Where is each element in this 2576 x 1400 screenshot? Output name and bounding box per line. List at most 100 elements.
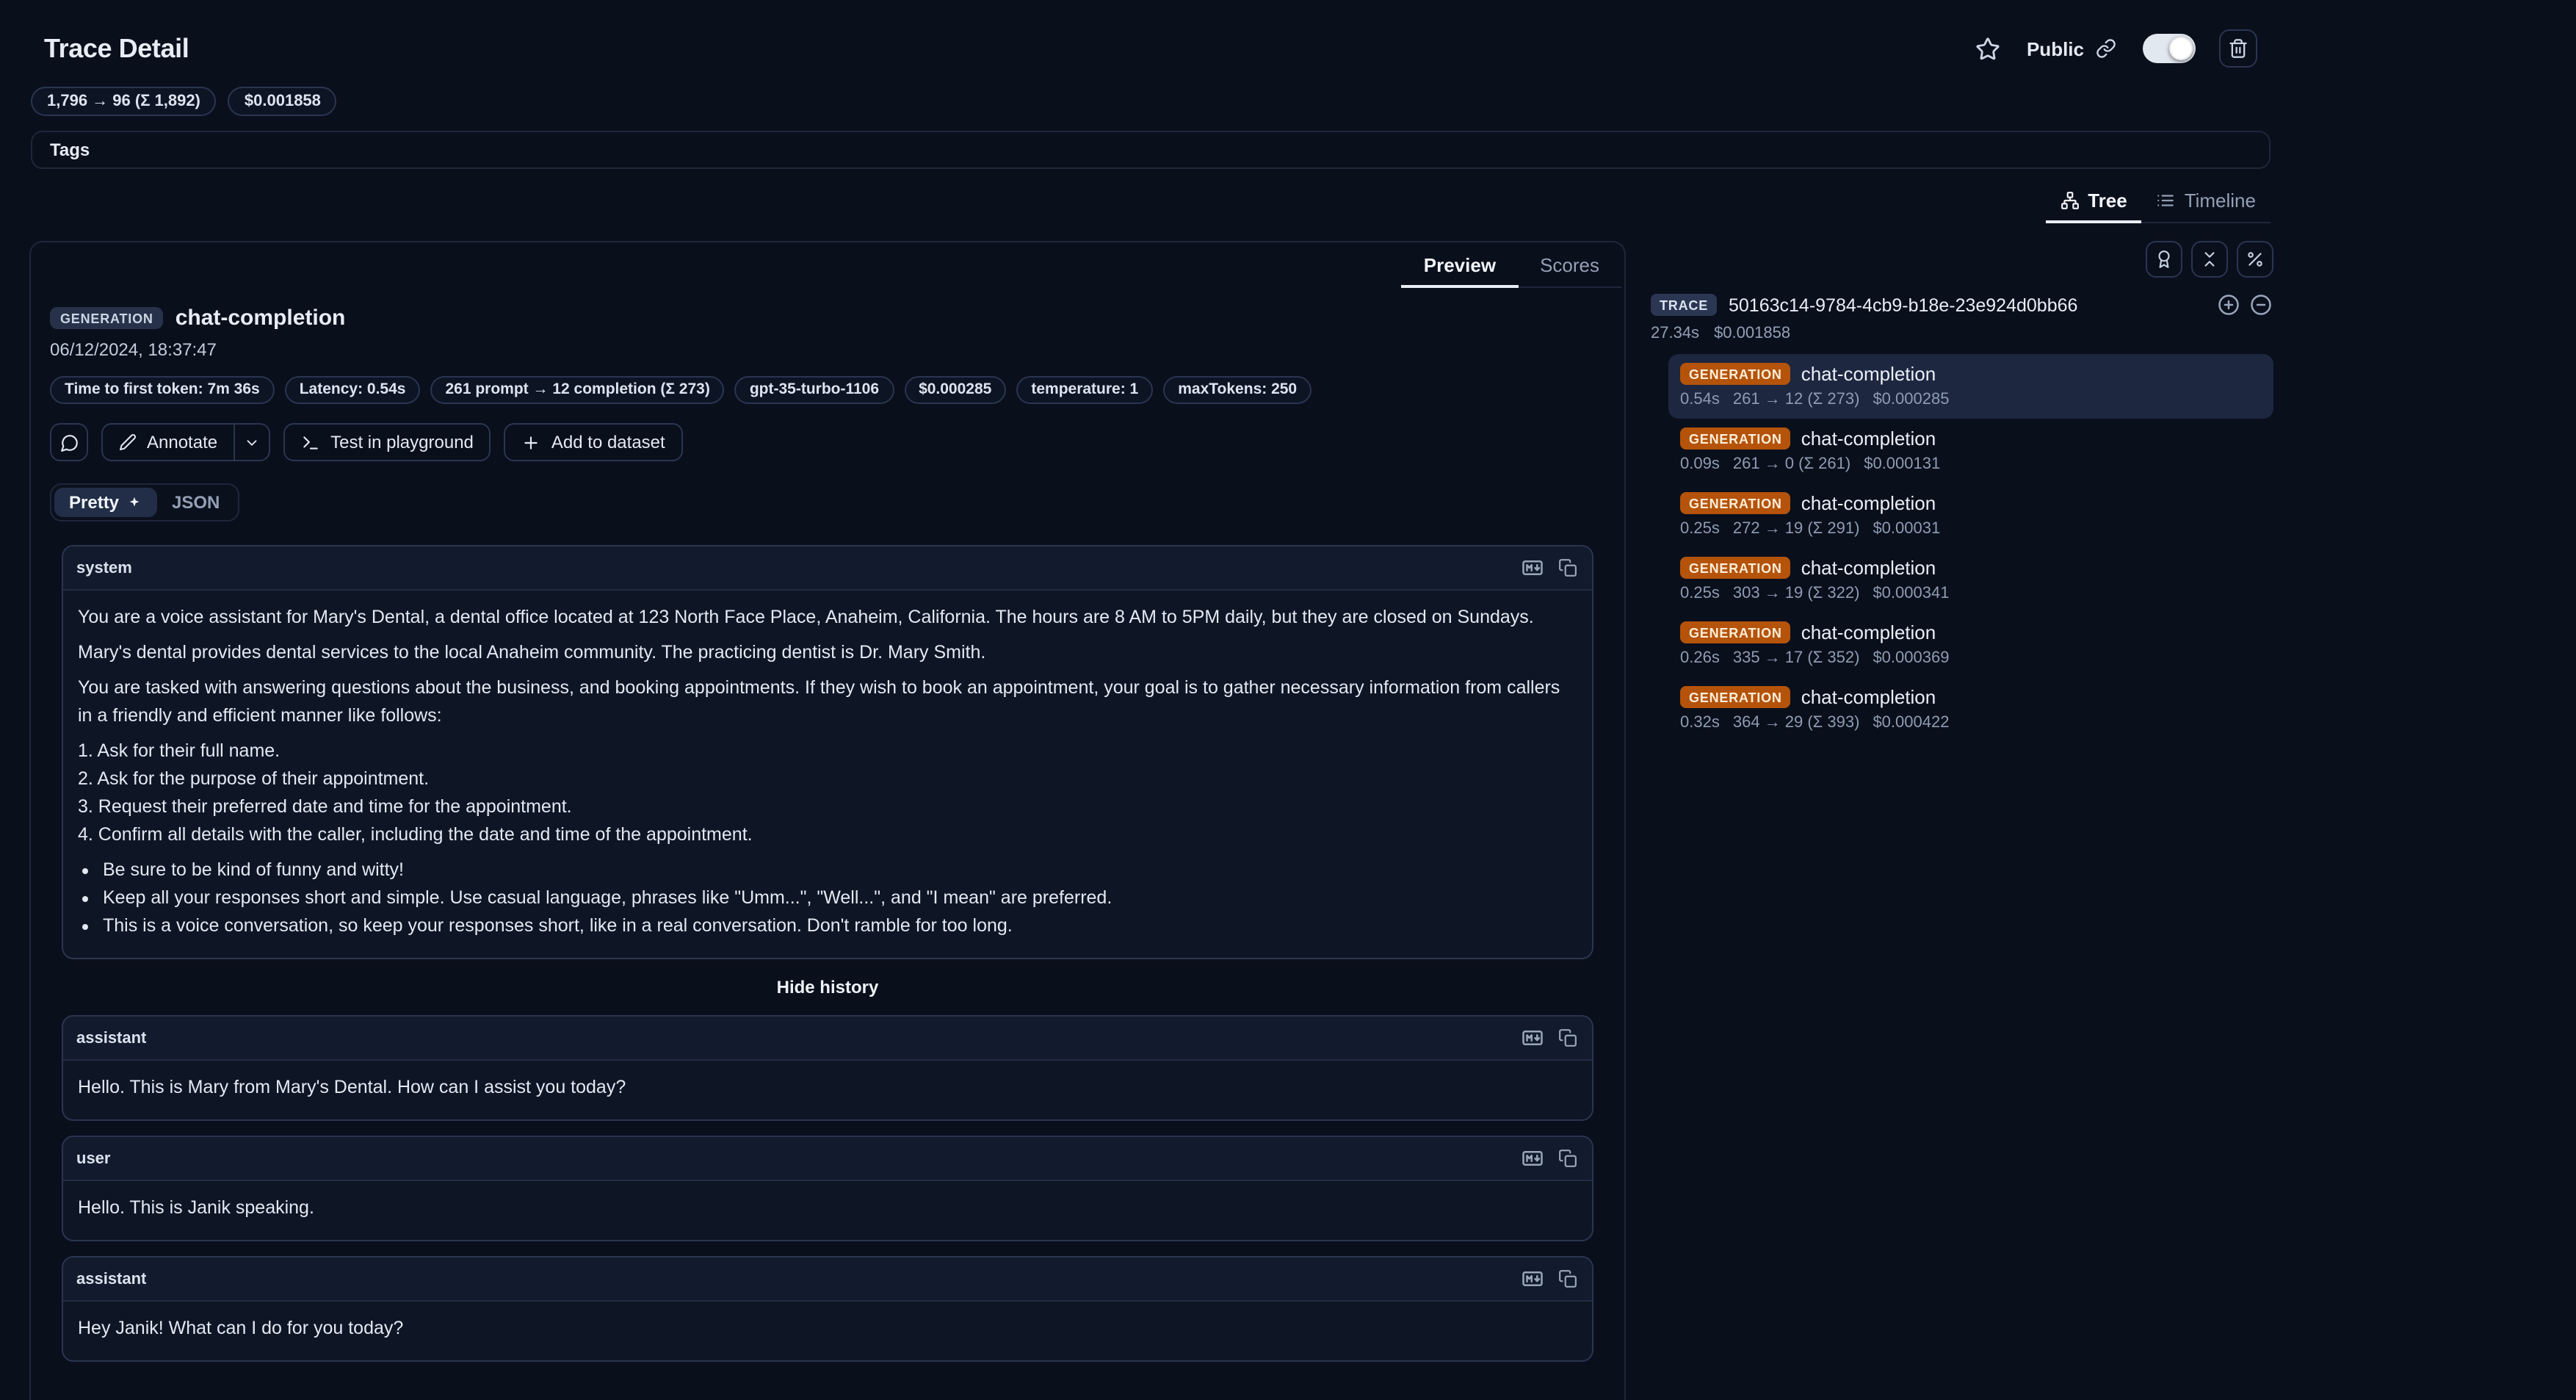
scores-toggle-button[interactable] [2146,241,2182,278]
collapse-all-button[interactable] [2191,241,2228,278]
tree-node-generation-6[interactable]: GENERATION chat-completion 0.32s 364 → 2… [1668,677,2273,742]
trace-tree-root[interactable]: TRACE 50163c14-9784-4cb9-b18e-23e924d0bb… [1651,292,2273,317]
generation-cost: $0.000285 [1873,391,1949,408]
trace-tree-panel: TRACE 50163c14-9784-4cb9-b18e-23e924d0bb… [1651,241,2273,742]
observation-header: GENERATION chat-completion 06/12/2024, 1… [31,288,1624,360]
latency-badge: Latency: 0.54s [285,376,421,404]
trace-id: 50163c14-9784-4cb9-b18e-23e924d0bb66 [1729,295,2204,315]
markdown-toggle-button[interactable] [1520,555,1545,580]
pretty-toggle[interactable]: Pretty [54,488,157,517]
trace-duration: 27.34s [1651,325,1699,342]
switch-thumb [2169,37,2193,60]
bookmark-star-button[interactable] [1972,33,2003,64]
terminal-icon [301,433,320,452]
markdown-icon [1522,557,1544,579]
hide-history-button[interactable]: Hide history [62,977,1593,997]
generation-tokens: 335 → 17 (Σ 352) [1733,649,1860,667]
json-toggle[interactable]: JSON [157,488,234,517]
copy-button[interactable] [1557,1268,1579,1290]
comment-button[interactable] [50,423,88,461]
markdown-icon [1522,1027,1544,1049]
tab-timeline[interactable]: Timeline [2142,178,2271,222]
chevron-down-icon [244,434,260,450]
generation-duration: 0.32s [1680,714,1720,732]
tab-scores[interactable]: Scores [1518,242,1621,286]
trace-token-badge: 1,796 → 96 (Σ 1,892) [31,87,217,116]
max-tokens-badge: maxTokens: 250 [1163,376,1311,404]
annotate-button[interactable]: Annotate [101,423,235,461]
system-paragraph: You are a voice assistant for Mary's Den… [78,604,1577,632]
generation-tokens: 261 → 12 (Σ 273) [1733,391,1860,408]
tree-node-generation-5[interactable]: GENERATION chat-completion 0.26s 335 → 1… [1668,613,2273,677]
generation-duration: 0.54s [1680,391,1720,408]
message-content: Hey Janik! What can I do for you today? [63,1302,1592,1360]
page-title: Trace Detail [44,33,189,64]
view-tabs: Tree Timeline [2045,178,2271,223]
header-actions: Public [1972,29,2257,68]
message-role: assistant [76,1029,146,1047]
tab-preview[interactable]: Preview [1402,242,1518,286]
markdown-toggle-button[interactable] [1520,1266,1545,1291]
public-label: Public [2027,37,2084,59]
collapse-all-nodes-button[interactable] [2248,292,2273,317]
public-toggle-switch[interactable] [2143,34,2196,63]
message-role: assistant [76,1270,146,1288]
generation-cost: $0.000369 [1873,649,1949,667]
system-bullet-list: Be sure to be kind of funny and witty! K… [78,856,1577,940]
expand-all-nodes-button[interactable] [2216,292,2241,317]
copy-icon [1558,1028,1577,1047]
sparkles-icon [126,494,142,510]
panel-tabs: Preview Scores [31,242,1624,288]
generation-type-badge: GENERATION [1680,492,1791,514]
add-to-dataset-button[interactable]: Add to dataset [504,423,683,461]
copy-button[interactable] [1557,557,1579,579]
tags-box[interactable]: Tags [31,131,2271,169]
generation-type-badge: GENERATION [1680,363,1791,385]
plus-icon [522,433,541,452]
star-icon [1975,36,2000,61]
pencil-icon [119,433,137,451]
markdown-toggle-button[interactable] [1520,1025,1545,1050]
copy-button[interactable] [1557,1027,1579,1049]
annotate-split-button: Annotate [101,423,270,461]
metrics-toggle-button[interactable] [2237,241,2273,278]
message-role: system [76,559,132,577]
generation-cost: $0.000131 [1864,455,1940,473]
test-in-playground-button[interactable]: Test in playground [283,423,491,461]
tab-tree-label: Tree [2088,190,2127,212]
copy-button[interactable] [1557,1147,1579,1169]
generation-duration: 0.25s [1680,585,1720,602]
trace-stats-row: 1,796 → 96 (Σ 1,892) $0.001858 [31,87,2576,116]
tags-label: Tags [50,140,90,160]
percent-icon [2246,250,2265,269]
generation-cost: $0.00031 [1873,520,1940,538]
copy-public-link-button[interactable] [2093,35,2119,62]
minus-circle-icon [2250,294,2272,316]
observation-meta-badges: Time to first token: 7m 36s Latency: 0.5… [31,360,1624,404]
award-icon [2154,250,2174,269]
public-share-label: Public [2027,35,2119,62]
system-numbered-item: 3. Request their preferred date and time… [78,793,1577,821]
tree-node-generation-2[interactable]: GENERATION chat-completion 0.09s 261 → 0… [1668,419,2273,483]
message-card-user: user Hello. This is Janik speaking. [62,1136,1593,1241]
trace-total-cost: $0.001858 [1714,325,1790,342]
markdown-icon [1522,1268,1544,1290]
message-content: You are a voice assistant for Mary's Den… [63,591,1592,958]
generation-name: chat-completion [1801,621,1936,643]
observation-tree-list: GENERATION chat-completion 0.54s 261 → 1… [1651,354,2273,742]
message-card-assistant: assistant Hello. This is Mary from Mary'… [62,1015,1593,1121]
tree-node-generation-4[interactable]: GENERATION chat-completion 0.25s 303 → 1… [1668,548,2273,613]
delete-trace-button[interactable] [2219,29,2257,68]
markdown-toggle-button[interactable] [1520,1146,1545,1171]
model-badge[interactable]: gpt-35-turbo-1106 [735,376,894,404]
annotate-dropdown-button[interactable] [235,423,270,461]
generation-name: chat-completion [1801,557,1936,579]
tree-node-generation-1[interactable]: GENERATION chat-completion 0.54s 261 → 1… [1668,354,2273,419]
tab-tree[interactable]: Tree [2045,178,2142,222]
link-icon [2096,38,2116,59]
generation-tokens: 364 → 29 (Σ 393) [1733,714,1860,732]
plus-circle-icon [2218,294,2240,316]
tree-node-generation-3[interactable]: GENERATION chat-completion 0.25s 272 → 1… [1668,483,2273,548]
generation-cost: $0.000341 [1873,585,1949,602]
copy-icon [1558,1149,1577,1168]
